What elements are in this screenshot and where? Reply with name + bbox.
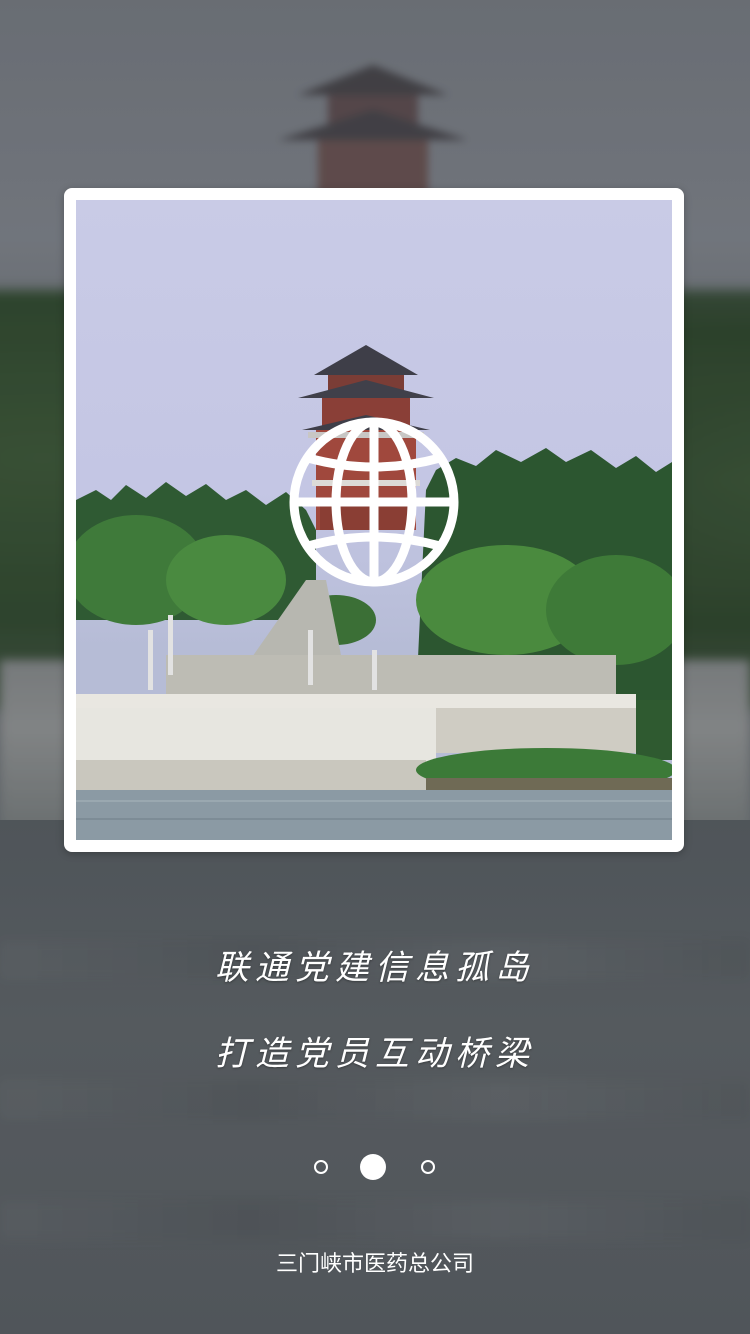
page-dot-2-active[interactable] — [360, 1154, 386, 1180]
slogan-line-2: 打造党员互动桥梁 — [215, 1034, 535, 1074]
company-name: 三门峡市医药总公司 — [275, 1252, 474, 1277]
page-dot-3[interactable] — [421, 1160, 435, 1174]
slogan-line-1: 联通党建信息孤岛 — [215, 948, 535, 988]
globe-icon — [289, 417, 459, 587]
page-dot-1[interactable] — [314, 1160, 328, 1174]
page-indicator — [0, 1152, 750, 1182]
